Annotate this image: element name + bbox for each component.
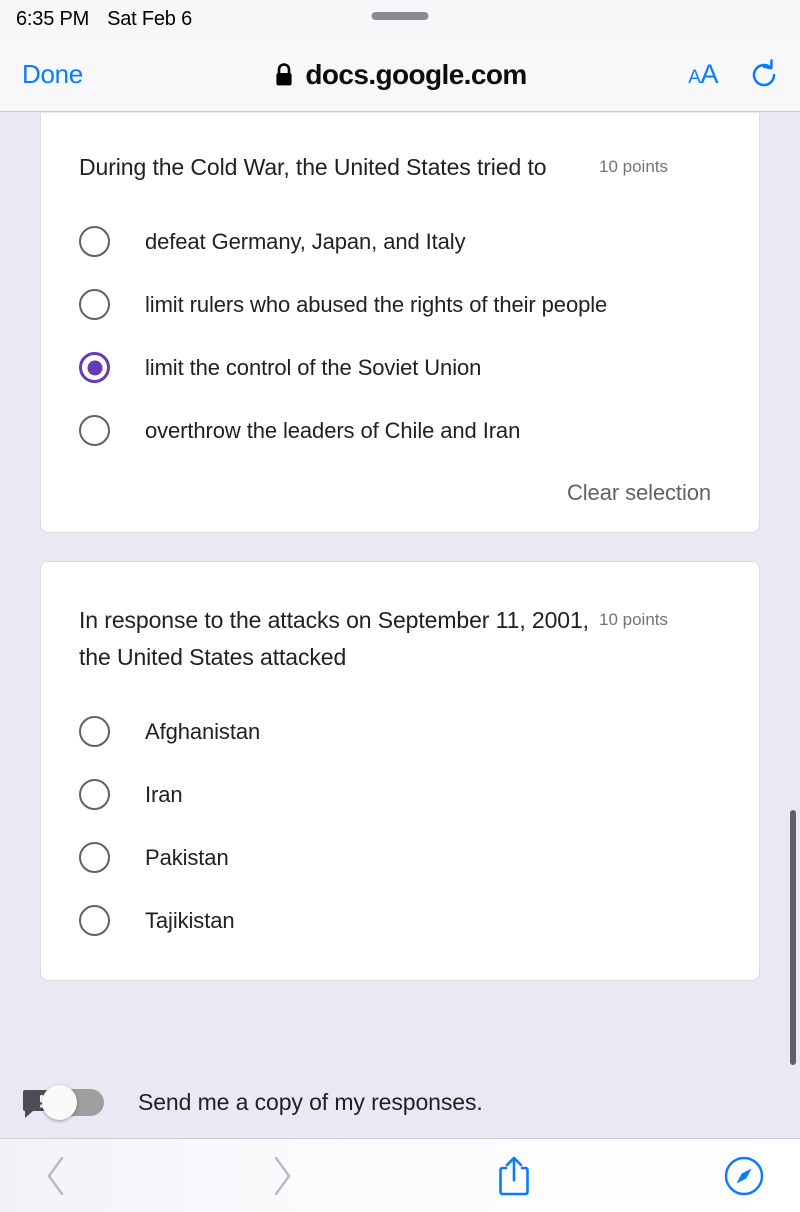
status-bar-time: 6:35 PM xyxy=(16,7,90,30)
question-title: During the Cold War, the United States t… xyxy=(79,154,547,180)
forward-button[interactable] xyxy=(252,1154,312,1198)
option-row[interactable]: limit rulers who abused the rights of th… xyxy=(41,273,759,336)
radio-icon[interactable] xyxy=(79,842,110,873)
question-points: 10 points xyxy=(599,610,668,629)
url-display: docs.google.com xyxy=(0,59,800,91)
reload-icon[interactable] xyxy=(748,58,780,92)
form-content[interactable]: During the Cold War, the United States t… xyxy=(0,113,800,1138)
safari-compass-icon xyxy=(724,1156,764,1195)
option-row[interactable]: Tajikistan xyxy=(41,889,759,952)
ipad-safari-screen: 6:35 PM Sat Feb 6 Done docs.google.com A… xyxy=(0,0,800,1212)
url-text: docs.google.com xyxy=(305,58,527,90)
question-title: In response to the attacks on September … xyxy=(79,607,589,670)
browser-url-bar: Done docs.google.com AA xyxy=(0,38,800,112)
done-button[interactable]: Done xyxy=(22,59,83,90)
status-bar: 6:35 PM Sat Feb 6 xyxy=(0,0,800,38)
option-row[interactable]: Iran xyxy=(41,763,759,826)
options-list: defeat Germany, Japan, and Italy limit r… xyxy=(41,210,759,462)
back-button[interactable] xyxy=(26,1154,86,1198)
vertical-scrollbar[interactable] xyxy=(790,810,796,1065)
question-header: During the Cold War, the United States t… xyxy=(41,149,759,186)
option-row[interactable]: Pakistan xyxy=(41,826,759,889)
share-icon xyxy=(499,1156,529,1195)
option-label: overthrow the leaders of Chile and Iran xyxy=(145,417,521,443)
radio-icon[interactable] xyxy=(79,779,110,810)
browser-toolbar xyxy=(0,1138,800,1212)
option-label: limit the control of the Soviet Union xyxy=(145,354,482,380)
option-label: limit rulers who abused the rights of th… xyxy=(145,291,608,317)
radio-icon-selected[interactable] xyxy=(79,352,110,383)
option-label: defeat Germany, Japan, and Italy xyxy=(145,228,466,254)
radio-icon[interactable] xyxy=(79,716,110,747)
toggle-knob[interactable] xyxy=(42,1085,77,1120)
clear-selection-row: Clear selection xyxy=(41,462,759,506)
safari-button[interactable] xyxy=(714,1155,774,1197)
text-size-button[interactable]: AA xyxy=(688,59,718,90)
send-copy-toggle[interactable] xyxy=(22,1084,104,1120)
text-size-small-a: A xyxy=(688,67,701,88)
option-row[interactable]: overthrow the leaders of Chile and Iran xyxy=(41,399,759,462)
clear-selection-button[interactable]: Clear selection xyxy=(567,480,711,506)
text-size-large-a: A xyxy=(700,59,718,89)
option-label: Afghanistan xyxy=(145,718,261,744)
option-label: Iran xyxy=(145,781,183,807)
url-bar-actions: AA xyxy=(688,58,780,92)
option-row[interactable]: Afghanistan xyxy=(41,700,759,763)
radio-icon[interactable] xyxy=(79,415,110,446)
question-header: In response to the attacks on September … xyxy=(41,602,759,676)
question-card: In response to the attacks on September … xyxy=(40,561,760,981)
share-button[interactable] xyxy=(484,1154,544,1198)
send-copy-row: Send me a copy of my responses. xyxy=(0,1066,800,1138)
forward-chevron-icon xyxy=(274,1156,291,1195)
options-list: Afghanistan Iran Pakistan Tajikistan xyxy=(41,700,759,952)
radio-icon[interactable] xyxy=(79,289,110,320)
option-row-selected[interactable]: limit the control of the Soviet Union xyxy=(41,336,759,399)
back-chevron-icon xyxy=(47,1156,64,1195)
radio-icon[interactable] xyxy=(79,905,110,936)
send-copy-label: Send me a copy of my responses. xyxy=(138,1088,483,1115)
question-points: 10 points xyxy=(599,157,668,176)
option-label: Tajikistan xyxy=(145,907,235,933)
option-label: Pakistan xyxy=(145,844,229,870)
radio-icon[interactable] xyxy=(79,226,110,257)
option-row[interactable]: defeat Germany, Japan, and Italy xyxy=(41,210,759,273)
question-card: During the Cold War, the United States t… xyxy=(40,113,760,533)
lock-icon xyxy=(276,62,292,85)
grabber-handle[interactable] xyxy=(371,12,429,20)
status-bar-date: Sat Feb 6 xyxy=(107,7,193,30)
